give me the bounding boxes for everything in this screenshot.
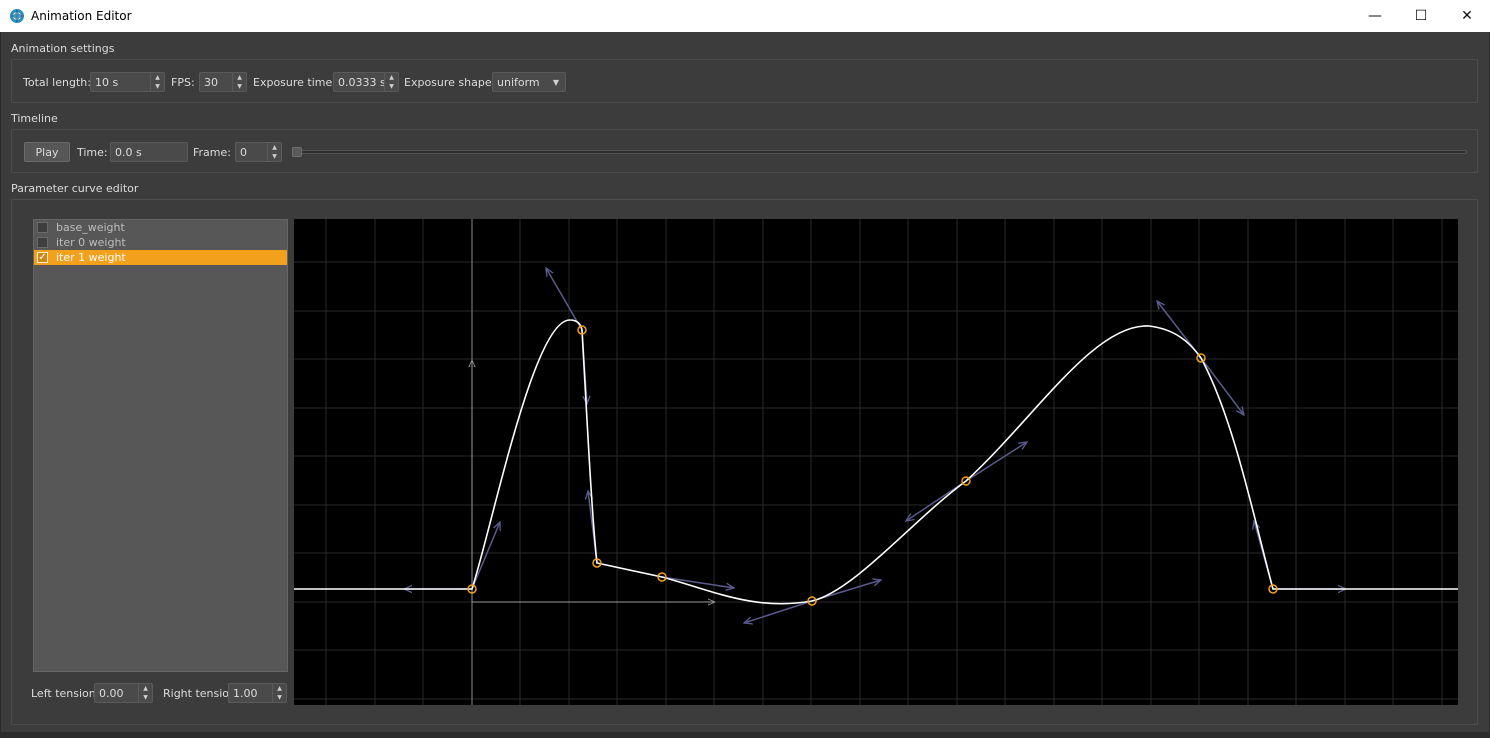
title-bar: Animation Editor — ☐ ✕	[0, 0, 1490, 32]
spin-down-icon[interactable]: ▼	[385, 82, 398, 91]
minimize-button[interactable]: —	[1352, 0, 1398, 32]
spin-down-icon[interactable]: ▼	[139, 693, 152, 702]
parameter-label: iter 0 weight	[56, 236, 126, 249]
window-controls: — ☐ ✕	[1352, 0, 1490, 32]
fps-spinbox[interactable]: 30 ▲ ▼	[199, 72, 247, 92]
maximize-button[interactable]: ☐	[1398, 0, 1444, 32]
right-tension-label: Right tension	[163, 687, 237, 700]
spin-up-icon[interactable]: ▲	[151, 73, 164, 82]
parameter-checkbox[interactable]: ✓	[37, 252, 48, 263]
tangent-handles[interactable]	[404, 268, 1346, 623]
grid	[294, 219, 1458, 705]
parameter-label: base_weight	[56, 221, 125, 234]
window-title: Animation Editor	[31, 9, 132, 23]
parameter-curve[interactable]	[294, 319, 1458, 605]
left-tension-spinbox[interactable]: 0.00 ▲ ▼	[94, 683, 153, 703]
spin-down-icon[interactable]: ▼	[268, 152, 281, 161]
parameter-checkbox[interactable]	[37, 237, 48, 248]
exposure-shape-dropdown[interactable]: uniform ▼	[492, 72, 566, 92]
spin-up-icon[interactable]: ▲	[273, 684, 286, 693]
time-input[interactable]: 0.0 s	[110, 142, 188, 162]
spin-up-icon[interactable]: ▲	[385, 73, 398, 82]
right-tension-value: 1.00	[233, 686, 258, 700]
exposure-shape-label: Exposure shape:	[404, 76, 496, 89]
timeline-title: Timeline	[11, 112, 58, 125]
curve-editor-title: Parameter curve editor	[11, 182, 139, 195]
check-icon: ✓	[38, 251, 47, 263]
window-bottom-edge	[1, 732, 1490, 738]
fps-value: 30	[204, 75, 218, 89]
window-body: Animation settings Total length: 10 s ▲ …	[0, 32, 1490, 738]
parameter-list: base_weight iter 0 weight ✓ iter 1 weigh…	[33, 219, 288, 672]
animation-settings-title: Animation settings	[11, 42, 115, 55]
exposure-shape-value: uniform	[497, 75, 540, 89]
parameter-item-iter-0-weight[interactable]: iter 0 weight	[34, 235, 287, 250]
time-label: Time:	[77, 146, 108, 159]
exposure-time-spinbox[interactable]: 0.0333 s ▲ ▼	[333, 72, 399, 92]
spin-down-icon[interactable]: ▼	[151, 82, 164, 91]
timeline-slider-handle[interactable]	[292, 147, 302, 157]
play-button[interactable]: Play	[24, 142, 70, 162]
parameter-checkbox[interactable]	[37, 222, 48, 233]
exposure-time-value: 0.0333 s	[338, 75, 384, 89]
parameter-label: iter 1 weight	[56, 251, 126, 264]
spin-up-icon[interactable]: ▲	[268, 143, 281, 152]
left-tension-value: 0.00	[99, 686, 124, 700]
right-tension-spinbox[interactable]: 1.00 ▲ ▼	[228, 683, 287, 703]
total-length-spinbox[interactable]: 10 s ▲ ▼	[90, 72, 165, 92]
parameter-item-base-weight[interactable]: base_weight	[34, 220, 287, 235]
spin-down-icon[interactable]: ▼	[273, 693, 286, 702]
close-button[interactable]: ✕	[1444, 0, 1490, 32]
spin-up-icon[interactable]: ▲	[139, 684, 152, 693]
total-length-label: Total length:	[23, 76, 91, 89]
chevron-down-icon: ▼	[552, 77, 560, 87]
left-tension-label: Left tension:	[31, 687, 100, 700]
parameter-item-iter-1-weight[interactable]: ✓ iter 1 weight	[34, 250, 287, 265]
spin-down-icon[interactable]: ▼	[233, 82, 246, 91]
curve-canvas[interactable]	[294, 219, 1458, 705]
spin-up-icon[interactable]: ▲	[233, 73, 246, 82]
frame-label: Frame:	[193, 146, 231, 159]
animation-settings-group: Total length: 10 s ▲ ▼ FPS: 30 ▲ ▼ Expos…	[11, 59, 1478, 103]
timeline-slider-track[interactable]	[292, 150, 1467, 154]
aperture-icon	[10, 9, 24, 23]
total-length-value: 10 s	[95, 75, 119, 89]
frame-value: 0	[240, 145, 247, 159]
fps-label: FPS:	[171, 76, 195, 89]
timeline-group: Play Time: 0.0 s Frame: 0 ▲ ▼	[11, 129, 1478, 173]
frame-spinbox[interactable]: 0 ▲ ▼	[235, 142, 282, 162]
exposure-time-label: Exposure time:	[253, 76, 336, 89]
